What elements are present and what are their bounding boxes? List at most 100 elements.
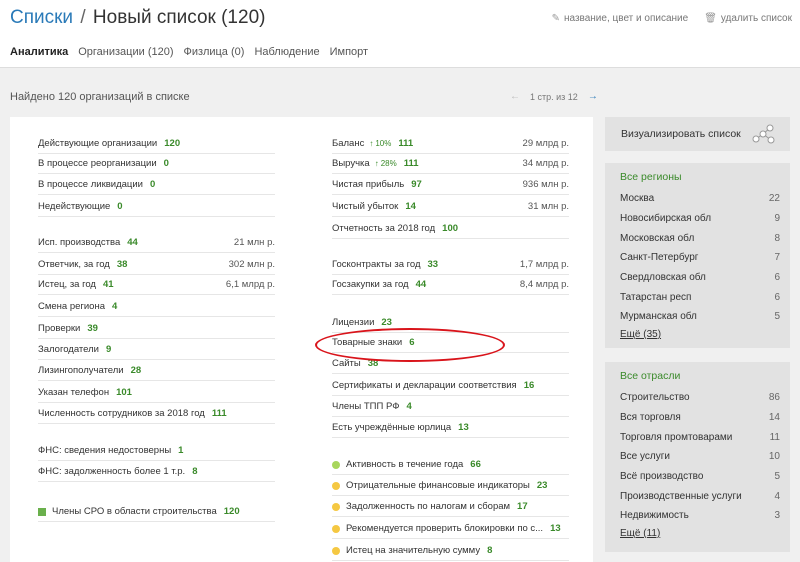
sectors-more-link[interactable]: Ещё (11) [620,528,780,539]
left-metric-label[interactable]: Исп. производства [38,237,120,248]
right-metric-row[interactable]: Отчетность за 2018 год 100 [332,219,569,239]
right-metric-count[interactable]: 17 [517,501,528,512]
left-metric-row[interactable]: Указан телефон 101 [38,383,275,403]
left-metric-label[interactable]: Залогодатели [38,344,99,355]
left-metric-count[interactable]: 39 [87,323,98,334]
right-metric-row[interactable]: Баланс ↑ 10% 111 29 млрд р. [332,134,569,154]
right-metric-row[interactable]: Члены ТПП РФ 4 [332,397,569,417]
left-metric-label[interactable]: Численность сотрудников за 2018 год [38,408,205,419]
right-metric-row[interactable]: Задолженность по налогам и сборам 17 [332,497,569,517]
tab-import[interactable]: Импорт [330,46,368,58]
right-metric-row[interactable]: Госконтракты за год 33 1,7 млрд р. [332,255,569,275]
left-metric-label[interactable]: Ответчик, за год [38,259,110,270]
left-metric-row[interactable]: Лизингополучатели 28 [38,361,275,381]
left-metric-row[interactable]: Исп. производства 44 21 млн р. [38,233,275,253]
right-metric-label[interactable]: Лицензии [332,317,374,328]
left-metric-label[interactable]: В процессе ликвидации [38,179,143,190]
prev-page-arrow-icon[interactable]: ← [510,91,520,102]
right-metric-count[interactable]: 111 [398,138,413,149]
left-metric-row[interactable]: ФНС: сведения недостоверны 1 [38,441,275,461]
left-metric-label[interactable]: Члены СРО в области строительства [52,506,217,517]
right-metric-label[interactable]: Задолженность по налогам и сборам [346,501,510,512]
sector-item[interactable]: Всё производство 5 [620,467,780,487]
right-metric-count[interactable]: 111 [404,158,419,169]
right-metric-row[interactable]: Рекомендуется проверить блокировки по с.… [332,519,569,539]
left-metric-row[interactable]: Численность сотрудников за 2018 год 111 [38,404,275,424]
left-metric-count[interactable]: 0 [164,158,169,169]
all-sectors-link[interactable]: Все отрасли [620,370,780,382]
delete-list-link[interactable]: 🗑 удалить список [704,13,792,24]
right-metric-count[interactable]: 13 [550,523,561,534]
right-metric-count[interactable]: 33 [428,259,439,270]
all-regions-link[interactable]: Все регионы [620,171,780,183]
right-metric-row[interactable]: Госзакупки за год 44 8,4 млрд р. [332,275,569,295]
right-metric-count[interactable]: 23 [537,480,548,491]
left-metric-label[interactable]: Указан телефон [38,387,109,398]
right-metric-row[interactable]: Выручка ↑ 28% 111 34 млрд р. [332,154,569,174]
sector-item[interactable]: Недвижимость 3 [620,506,780,526]
left-metric-label[interactable]: Недействующие [38,201,110,212]
left-metric-row[interactable]: Истец, за год 41 6,1 млрд р. [38,275,275,295]
right-metric-label[interactable]: Есть учреждённые юрлица [332,422,451,433]
left-metric-row[interactable]: В процессе реорганизации 0 [38,154,275,174]
left-metric-count[interactable]: 4 [112,301,117,312]
left-metric-label[interactable]: Лизингополучатели [38,365,124,376]
edit-list-link[interactable]: ✎ название, цвет и описание [552,13,689,24]
right-metric-label[interactable]: Отчетность за 2018 год [332,223,435,234]
right-metric-label[interactable]: Истец на значительную сумму [346,545,480,556]
left-metric-label[interactable]: В процессе реорганизации [38,158,157,169]
regions-more-link[interactable]: Ещё (35) [620,329,780,340]
right-metric-count[interactable]: 23 [381,317,392,328]
left-metric-row[interactable]: Проверки 39 [38,319,275,339]
right-metric-label[interactable]: Сайты [332,358,361,369]
left-metric-count[interactable]: 9 [106,344,111,355]
left-metric-row[interactable]: В процессе ликвидации 0 [38,175,275,195]
left-metric-count[interactable]: 38 [117,259,128,270]
right-metric-count[interactable]: 13 [458,422,469,433]
tab-monitoring[interactable]: Наблюдение [254,46,319,58]
left-metric-row[interactable]: Действующие организации 120 [38,134,275,154]
left-metric-label[interactable]: Истец, за год [38,279,96,290]
right-metric-row[interactable]: Чистая прибыль 97 936 млн р. [332,175,569,195]
region-item[interactable]: Москва 22 [620,189,780,209]
left-metric-label[interactable]: Действующие организации [38,138,157,149]
left-metric-label[interactable]: ФНС: сведения недостоверны [38,445,171,456]
right-metric-label[interactable]: Члены ТПП РФ [332,401,399,412]
left-metric-row[interactable]: Члены СРО в области строительства 120 [38,502,275,522]
left-metric-count[interactable]: 120 [164,138,180,149]
left-metric-count[interactable]: 1 [178,445,183,456]
right-metric-row[interactable]: Сертификаты и декларации соответствия 16 [332,376,569,396]
left-metric-row[interactable]: ФНС: задолженность более 1 т.р. 8 [38,462,275,482]
left-metric-label[interactable]: ФНС: задолженность более 1 т.р. [38,466,185,477]
right-metric-label[interactable]: Активность в течение года [346,459,463,470]
sector-item[interactable]: Все услуги 10 [620,447,780,467]
right-metric-count[interactable]: 66 [470,459,481,470]
right-metric-count[interactable]: 14 [405,201,416,212]
region-item[interactable]: Татарстан респ 6 [620,287,780,307]
left-metric-count[interactable]: 0 [117,201,122,212]
left-metric-count[interactable]: 111 [212,408,227,419]
right-metric-label[interactable]: Чистая прибыль [332,179,404,190]
next-page-arrow-icon[interactable]: → [588,91,598,102]
left-metric-count[interactable]: 8 [192,466,197,477]
breadcrumb-lists-link[interactable]: Списки [10,7,73,28]
left-metric-count[interactable]: 41 [103,279,114,290]
right-metric-label[interactable]: Госзакупки за год [332,279,409,290]
right-metric-label[interactable]: Отрицательные финансовые индикаторы [346,480,530,491]
left-metric-row[interactable]: Смена региона 4 [38,297,275,317]
region-item[interactable]: Московская обл 8 [620,228,780,248]
right-metric-label[interactable]: Чистый убыток [332,201,398,212]
tab-organizations[interactable]: Организации (120) [78,46,173,58]
right-metric-count[interactable]: 100 [442,223,458,234]
right-metric-count[interactable]: 97 [411,179,422,190]
left-metric-label[interactable]: Смена региона [38,301,105,312]
right-metric-count[interactable]: 16 [524,380,535,391]
right-metric-row[interactable]: Истец на значительную сумму 8 [332,541,569,561]
sector-item[interactable]: Строительство 86 [620,388,780,408]
right-metric-count[interactable]: 8 [487,545,492,556]
right-metric-label[interactable]: Рекомендуется проверить блокировки по с.… [346,523,543,534]
left-metric-row[interactable]: Недействующие 0 [38,197,275,217]
region-item[interactable]: Санкт-Петербург 7 [620,248,780,268]
right-metric-row[interactable]: Есть учреждённые юрлица 13 [332,418,569,438]
sector-item[interactable]: Вся торговля 14 [620,408,780,428]
